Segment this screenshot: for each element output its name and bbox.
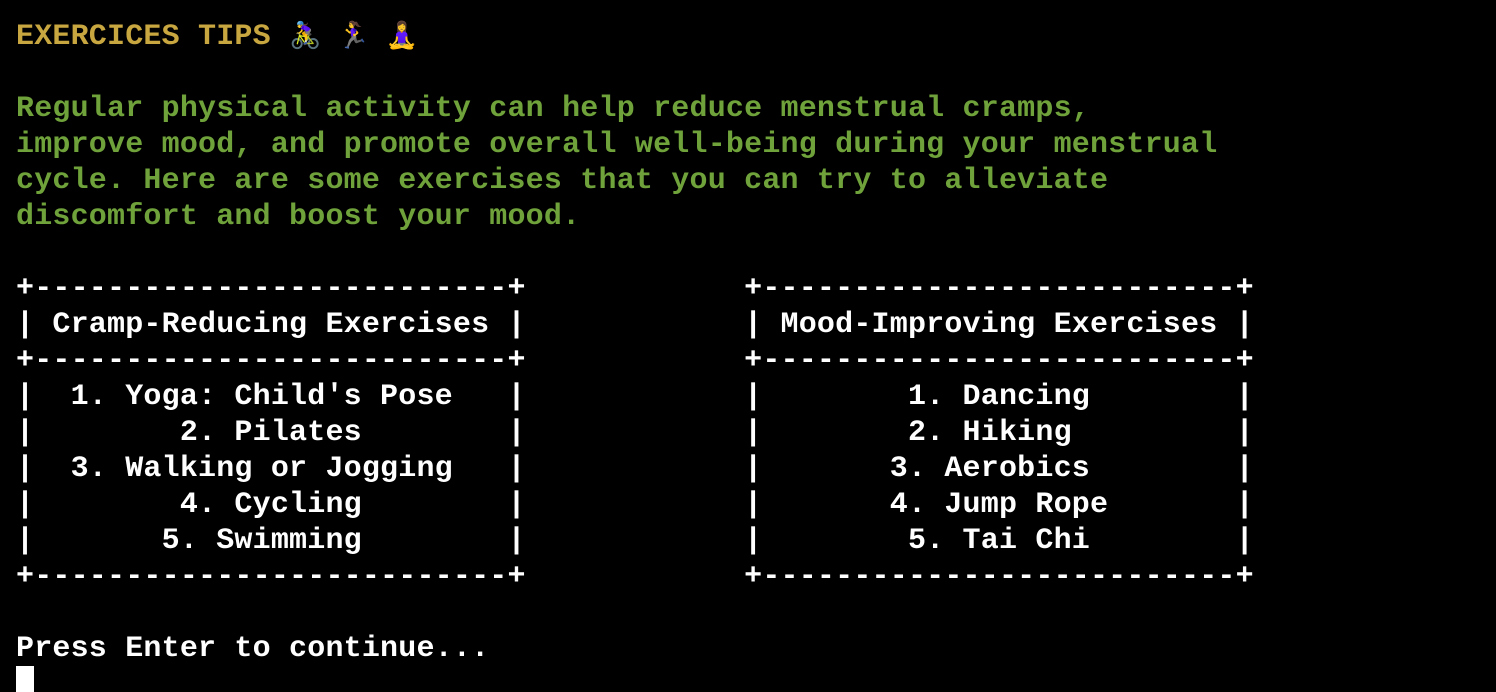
intro-line-3: cycle. Here are some exercises that you … [16, 164, 1109, 198]
table-row: | 4. Cycling | | 4. Jump Rope | [16, 488, 1254, 522]
exercise-emoji-icons: 🚴‍♀️ 🏃‍♀️ 🧘‍♀️ [289, 22, 419, 52]
intro-line-1: Regular physical activity can help reduc… [16, 92, 1090, 126]
table-header-border: +--------------------------+ +----------… [16, 344, 1254, 378]
table-top-border: +--------------------------+ +----------… [16, 272, 1254, 306]
table-row: | 3. Walking or Jogging | | 3. Aerobics … [16, 452, 1254, 486]
section-title-text: EXERCICES TIPS [16, 20, 271, 54]
continue-prompt: Press Enter to continue... [16, 632, 490, 666]
table-row: | 5. Swimming | | 5. Tai Chi | [16, 524, 1254, 558]
table-bottom-border: +--------------------------+ +----------… [16, 560, 1254, 594]
table-row: | 1. Yoga: Child's Pose | | 1. Dancing | [16, 380, 1254, 414]
intro-line-2: improve mood, and promote overall well-b… [16, 128, 1218, 162]
table-header-row: | Cramp-Reducing Exercises | | Mood-Impr… [16, 308, 1254, 342]
section-title: EXERCICES TIPS 🚴‍♀️ 🏃‍♀️ 🧘‍♀️ [16, 19, 418, 55]
input-cursor[interactable] [16, 666, 34, 692]
intro-line-4: discomfort and boost your mood. [16, 200, 581, 234]
terminal-output: EXERCICES TIPS 🚴‍♀️ 🏃‍♀️ 🧘‍♀️ Regular ph… [16, 0, 1486, 692]
table-row: | 2. Pilates | | 2. Hiking | [16, 416, 1254, 450]
